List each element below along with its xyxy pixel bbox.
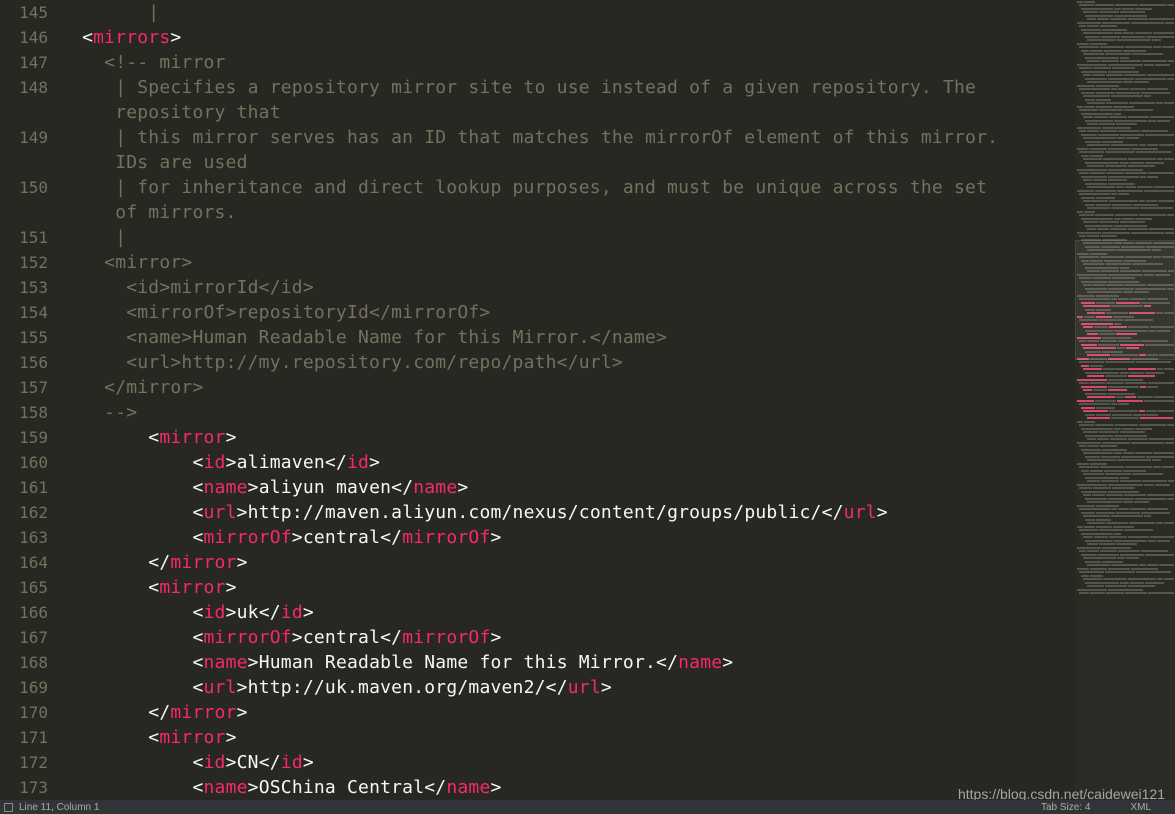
line-number: 172 xyxy=(0,750,48,775)
code-line[interactable]: --> xyxy=(60,400,1075,425)
minimap[interactable] xyxy=(1075,0,1175,800)
line-number: 157 xyxy=(0,375,48,400)
line-number: 165 xyxy=(0,575,48,600)
line-number: 148 xyxy=(0,75,48,100)
line-number: 145 xyxy=(0,0,48,25)
code-line[interactable]: <id>mirrorId</id> xyxy=(60,275,1075,300)
code-line[interactable]: <mirrors> xyxy=(60,25,1075,50)
line-number: 161 xyxy=(0,475,48,500)
code-line[interactable]: <name>aliyun maven</name> xyxy=(60,475,1075,500)
line-number: 168 xyxy=(0,650,48,675)
code-line[interactable]: <mirror> xyxy=(60,725,1075,750)
line-number-wrap xyxy=(0,200,48,225)
code-line[interactable]: <url>http://maven.aliyun.com/nexus/conte… xyxy=(60,500,1075,525)
code-line[interactable]: <id>CN</id> xyxy=(60,750,1075,775)
line-number: 164 xyxy=(0,550,48,575)
line-number: 162 xyxy=(0,500,48,525)
code-line[interactable]: | this mirror serves has an ID that matc… xyxy=(60,125,1075,150)
line-number: 149 xyxy=(0,125,48,150)
status-checkbox-icon[interactable] xyxy=(4,803,13,812)
line-number: 150 xyxy=(0,175,48,200)
status-tab-size[interactable]: Tab Size: 4 xyxy=(1041,802,1090,813)
line-number: 170 xyxy=(0,700,48,725)
status-bar: Line 11, Column 1 Tab Size: 4 XML xyxy=(0,800,1175,814)
code-line[interactable]: <id>uk</id> xyxy=(60,600,1075,625)
code-line[interactable]: <name>Human Readable Name for this Mirro… xyxy=(60,650,1075,675)
status-language[interactable]: XML xyxy=(1130,802,1151,813)
line-number: 147 xyxy=(0,50,48,75)
code-line[interactable]: <mirrorOf>central</mirrorOf> xyxy=(60,525,1075,550)
code-content[interactable]: | <mirrors> <!-- mirror | Specifies a re… xyxy=(60,0,1075,800)
line-number: 169 xyxy=(0,675,48,700)
code-line[interactable]: <mirrorOf>repositoryId</mirrorOf> xyxy=(60,300,1075,325)
line-number: 167 xyxy=(0,625,48,650)
editor-area[interactable]: 145146147148 149 150 1511521531541551561… xyxy=(0,0,1075,800)
status-cursor-position[interactable]: Line 11, Column 1 xyxy=(19,802,99,813)
code-line[interactable]: <url>http://my.repository.com/repo/path<… xyxy=(60,350,1075,375)
line-number: 160 xyxy=(0,450,48,475)
line-number-wrap xyxy=(0,100,48,125)
code-line[interactable]: | xyxy=(60,0,1075,25)
code-line[interactable]: <id>alimaven</id> xyxy=(60,450,1075,475)
code-line[interactable]: </mirror> xyxy=(60,550,1075,575)
minimap-viewport[interactable] xyxy=(1075,240,1175,360)
line-number: 173 xyxy=(0,775,48,800)
code-line[interactable]: | for inheritance and direct lookup purp… xyxy=(60,175,1075,200)
line-number: 155 xyxy=(0,325,48,350)
code-line[interactable]: </mirror> xyxy=(60,700,1075,725)
line-number: 166 xyxy=(0,600,48,625)
code-line[interactable]: <mirror> xyxy=(60,575,1075,600)
line-number-wrap xyxy=(0,150,48,175)
line-number: 158 xyxy=(0,400,48,425)
line-number: 156 xyxy=(0,350,48,375)
code-line[interactable]: <mirror> xyxy=(60,425,1075,450)
code-line[interactable]: </mirror> xyxy=(60,375,1075,400)
code-line[interactable]: <mirror> xyxy=(60,250,1075,275)
code-line[interactable]: <name>OSChina Central</name> xyxy=(60,775,1075,800)
code-line[interactable]: <name>Human Readable Name for this Mirro… xyxy=(60,325,1075,350)
code-line-wrap[interactable]: IDs are used xyxy=(60,150,1075,175)
code-line-wrap[interactable]: of mirrors. xyxy=(60,200,1075,225)
code-line-wrap[interactable]: repository that xyxy=(60,100,1075,125)
line-number: 154 xyxy=(0,300,48,325)
code-line[interactable]: | xyxy=(60,225,1075,250)
line-number-gutter: 145146147148 149 150 1511521531541551561… xyxy=(0,0,60,800)
line-number: 146 xyxy=(0,25,48,50)
line-number: 152 xyxy=(0,250,48,275)
line-number: 153 xyxy=(0,275,48,300)
line-number: 151 xyxy=(0,225,48,250)
line-number: 171 xyxy=(0,725,48,750)
code-line[interactable]: | Specifies a repository mirror site to … xyxy=(60,75,1075,100)
code-line[interactable]: <url>http://uk.maven.org/maven2/</url> xyxy=(60,675,1075,700)
line-number: 163 xyxy=(0,525,48,550)
line-number: 159 xyxy=(0,425,48,450)
code-line[interactable]: <!-- mirror xyxy=(60,50,1075,75)
code-line[interactable]: <mirrorOf>central</mirrorOf> xyxy=(60,625,1075,650)
